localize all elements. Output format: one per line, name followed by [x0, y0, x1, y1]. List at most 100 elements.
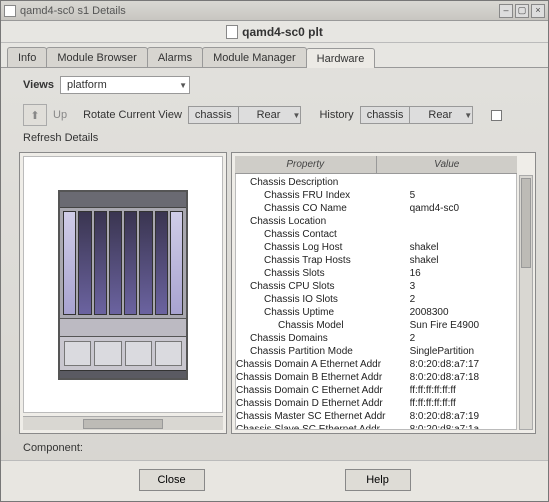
- property-cell: Chassis Location: [236, 215, 410, 228]
- property-cell: Chassis Domain B Ethernet Addr: [236, 371, 410, 384]
- up-button[interactable]: ⬆: [23, 104, 47, 126]
- column-value[interactable]: Value: [377, 156, 518, 173]
- table-row[interactable]: Chassis Description: [236, 176, 516, 189]
- value-cell: shakel: [410, 241, 516, 254]
- hostname-label: qamd4-sc0 plt: [242, 25, 323, 39]
- maximize-button[interactable]: ▢: [515, 4, 529, 18]
- value-cell: [410, 176, 516, 189]
- close-window-button[interactable]: ×: [531, 4, 545, 18]
- views-toolbar: Views platform ▼: [1, 68, 548, 98]
- value-cell: 8:0:20:d8:a7:18: [410, 371, 516, 384]
- history-label: History: [319, 109, 353, 121]
- table-row[interactable]: Chassis FRU Index5: [236, 189, 516, 202]
- titlebar: qamd4-sc0 s1 Details – ▢ ×: [1, 1, 548, 21]
- property-cell: Chassis Domain A Ethernet Addr: [236, 358, 410, 371]
- table-row[interactable]: Chassis Domains2: [236, 332, 516, 345]
- property-pane: Property Value Chassis DescriptionChassi…: [231, 152, 536, 434]
- value-cell: 8:0:20:d8:a7:19: [410, 410, 516, 423]
- server-chassis-graphic: [58, 190, 188, 380]
- close-button[interactable]: Close: [139, 469, 205, 491]
- component-row: Component:: [1, 438, 548, 460]
- table-row[interactable]: Chassis Contact: [236, 228, 516, 241]
- table-row[interactable]: Chassis Domain C Ethernet Addrff:ff:ff:f…: [236, 384, 516, 397]
- table-row[interactable]: Chassis Log Hostshakel: [236, 241, 516, 254]
- value-cell: [410, 215, 516, 228]
- views-select[interactable]: platform ▼: [60, 76, 190, 94]
- subheader: qamd4-sc0 plt: [1, 21, 548, 43]
- table-row[interactable]: Chassis Domain B Ethernet Addr8:0:20:d8:…: [236, 371, 516, 384]
- property-cell: Chassis Slave SC Ethernet Addr: [236, 423, 410, 430]
- property-cell: Chassis Domains: [236, 332, 410, 345]
- horizontal-scrollbar[interactable]: [23, 416, 223, 430]
- property-cell: Chassis Partition Mode: [236, 345, 410, 358]
- vertical-scrollbar[interactable]: [519, 175, 533, 430]
- image-pane: [19, 152, 227, 434]
- value-cell: ff:ff:ff:ff:ff:ff: [410, 397, 516, 410]
- chevron-down-icon: ▼: [458, 111, 472, 120]
- value-cell: 8:0:20:d8:a7:17: [410, 358, 516, 371]
- views-label: Views: [23, 79, 54, 91]
- table-row[interactable]: Chassis CPU Slots3: [236, 280, 516, 293]
- chevron-down-icon: ▼: [286, 111, 300, 120]
- property-cell: Chassis CPU Slots: [236, 280, 410, 293]
- value-cell: 2: [410, 332, 516, 345]
- refresh-label: Refresh Details: [23, 132, 98, 144]
- up-arrow-icon: ⬆: [30, 109, 39, 122]
- content-area: Property Value Chassis DescriptionChassi…: [1, 152, 548, 438]
- footer: Close Help: [1, 460, 548, 501]
- tab-module-browser[interactable]: Module Browser: [46, 47, 147, 67]
- property-cell: Chassis Master SC Ethernet Addr: [236, 410, 410, 423]
- up-label: Up: [53, 109, 67, 121]
- table-row[interactable]: Chassis Trap Hostsshakel: [236, 254, 516, 267]
- help-button[interactable]: Help: [345, 469, 411, 491]
- tab-info[interactable]: Info: [7, 47, 47, 67]
- history-select[interactable]: chassis Rear ▼: [360, 106, 474, 124]
- property-cell: Chassis Contact: [236, 228, 410, 241]
- property-cell: Chassis Domain D Ethernet Addr: [236, 397, 410, 410]
- table-row[interactable]: Chassis Partition ModeSinglePartition: [236, 345, 516, 358]
- table-row[interactable]: Chassis IO Slots2: [236, 293, 516, 306]
- value-cell: Sun Fire E4900: [410, 319, 516, 332]
- tab-alarms[interactable]: Alarms: [147, 47, 203, 67]
- column-property[interactable]: Property: [235, 156, 377, 173]
- value-cell: shakel: [410, 254, 516, 267]
- minimize-button[interactable]: –: [499, 4, 513, 18]
- property-cell: Chassis Trap Hosts: [236, 254, 410, 267]
- table-row[interactable]: Chassis Domain D Ethernet Addrff:ff:ff:f…: [236, 397, 516, 410]
- refresh-checkbox[interactable]: [491, 110, 502, 121]
- value-cell: qamd4-sc0: [410, 202, 516, 215]
- component-label: Component:: [23, 442, 83, 454]
- tab-module-manager[interactable]: Module Manager: [202, 47, 307, 67]
- property-cell: Chassis CO Name: [236, 202, 410, 215]
- property-cell: Chassis FRU Index: [236, 189, 410, 202]
- window-icon: [4, 5, 16, 17]
- table-row[interactable]: Chassis Slave SC Ethernet Addr8:0:20:d8:…: [236, 423, 516, 430]
- table-header: Property Value: [235, 156, 517, 174]
- table-row[interactable]: Chassis Location: [236, 215, 516, 228]
- tab-bar: Info Module Browser Alarms Module Manage…: [1, 43, 548, 68]
- table-row[interactable]: Chassis Master SC Ethernet Addr8:0:20:d8…: [236, 410, 516, 423]
- table-row[interactable]: Chassis CO Nameqamd4-sc0: [236, 202, 516, 215]
- rotate-chassis-select[interactable]: chassis Rear ▼: [188, 106, 302, 124]
- window-title: qamd4-sc0 s1 Details: [20, 5, 126, 17]
- property-cell: Chassis IO Slots: [236, 293, 410, 306]
- property-cell: Chassis Uptime: [236, 306, 410, 319]
- table-row[interactable]: Chassis Uptime2008300: [236, 306, 516, 319]
- tab-hardware[interactable]: Hardware: [306, 48, 376, 68]
- value-cell: SinglePartition: [410, 345, 516, 358]
- views-value: platform: [67, 79, 107, 91]
- details-window: qamd4-sc0 s1 Details – ▢ × qamd4-sc0 plt…: [0, 0, 549, 502]
- value-cell: ff:ff:ff:ff:ff:ff: [410, 384, 516, 397]
- property-cell: Chassis Log Host: [236, 241, 410, 254]
- property-tree[interactable]: Chassis DescriptionChassis FRU Index5Cha…: [235, 174, 517, 430]
- table-row[interactable]: Chassis Domain A Ethernet Addr8:0:20:d8:…: [236, 358, 516, 371]
- value-cell: 16: [410, 267, 516, 280]
- value-cell: 2: [410, 293, 516, 306]
- property-cell: Chassis Domain C Ethernet Addr: [236, 384, 410, 397]
- table-row[interactable]: Chassis Slots16: [236, 267, 516, 280]
- chassis-image[interactable]: [23, 156, 223, 413]
- chevron-down-icon: ▼: [179, 81, 187, 90]
- property-cell: Chassis Model: [236, 319, 410, 332]
- document-icon: [226, 25, 238, 39]
- table-row[interactable]: Chassis ModelSun Fire E4900: [236, 319, 516, 332]
